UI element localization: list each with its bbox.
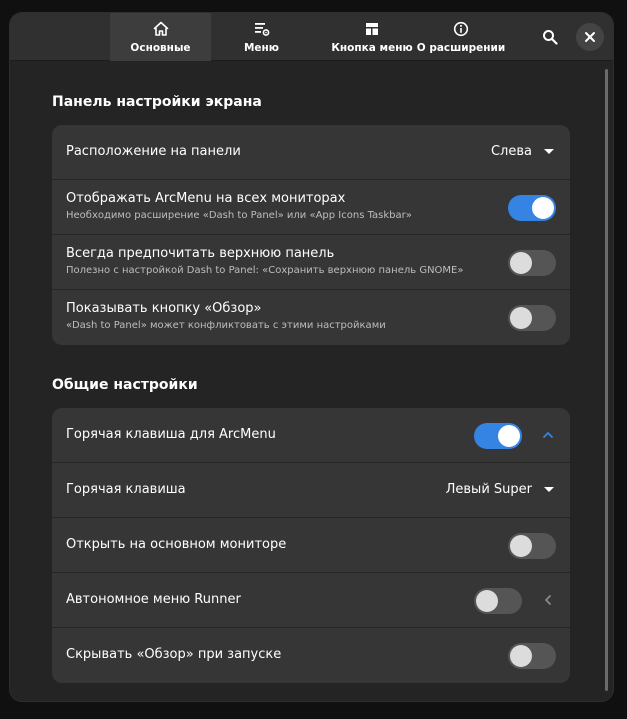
row-subtitle: Необходимо расширение «Dash to Panel» ил… [66, 210, 412, 221]
settings-window: Основные Меню Кнопка меню О расширении П… [10, 13, 613, 701]
scrollbar[interactable] [605, 69, 608, 691]
row-standalone-runner[interactable]: Автономное меню Runner [52, 573, 570, 628]
row-title: Автономное меню Runner [66, 592, 241, 607]
show-overview-button-toggle[interactable] [508, 305, 556, 331]
home-icon [153, 21, 168, 36]
search-button[interactable] [536, 23, 564, 51]
row-subtitle: «Dash to Panel» может конфликтовать с эт… [66, 320, 386, 331]
toggle-knob [532, 197, 554, 219]
toggle-knob [476, 590, 498, 612]
general-settings-card: Горячая клавиша для ArcMenu Горячая клав… [52, 408, 570, 683]
tab-menu-button-label: Кнопка меню [331, 41, 413, 54]
search-icon [543, 30, 558, 45]
expander-button[interactable] [540, 592, 556, 608]
row-panel-position[interactable]: Расположение на панели Слева [52, 125, 570, 180]
tab-about-label: О расширении [416, 41, 506, 54]
hotkey-dropdown[interactable]: Левый Super [446, 482, 554, 497]
row-all-monitors[interactable]: Отображать ArcMenu на всех мониторах Нео… [52, 180, 570, 235]
menu-settings-icon [254, 22, 269, 36]
row-title: Отображать ArcMenu на всех мониторах [66, 191, 346, 206]
dropdown-arrow-icon [544, 149, 554, 154]
standalone-runner-toggle[interactable] [474, 588, 522, 614]
hide-overview-startup-toggle[interactable] [508, 643, 556, 669]
arcmenu-hotkey-toggle[interactable] [474, 423, 522, 449]
expander-button[interactable] [540, 427, 556, 443]
dropdown-arrow-icon [544, 487, 554, 492]
close-button[interactable] [576, 23, 604, 51]
settings-content: Панель настройки экрана Расположение на … [10, 61, 613, 701]
header-bar: Основные Меню Кнопка меню О расширении [10, 13, 613, 61]
row-open-primary-monitor[interactable]: Открыть на основном мониторе [52, 518, 570, 573]
prefer-top-panel-toggle[interactable] [508, 250, 556, 276]
row-title: Открыть на основном мониторе [66, 537, 287, 552]
section-title-panel: Панель настройки экрана [52, 94, 262, 110]
panel-position-dropdown[interactable]: Слева [491, 144, 554, 159]
tab-general-label: Основные [130, 41, 191, 54]
dropdown-value: Левый Super [445, 482, 532, 497]
open-primary-monitor-toggle[interactable] [508, 533, 556, 559]
section-title-general: Общие настройки [52, 377, 198, 393]
row-title: Скрывать «Обзор» при запуске [66, 647, 282, 662]
layout-icon [366, 22, 378, 35]
tab-menu-label: Меню [243, 41, 280, 54]
toggle-knob [510, 252, 532, 274]
tab-menu[interactable]: Меню [211, 13, 312, 61]
row-title: Расположение на панели [66, 144, 241, 159]
toggle-knob [498, 425, 520, 447]
tab-about[interactable]: О расширении [416, 13, 506, 61]
close-icon [585, 32, 595, 42]
panel-settings-card: Расположение на панели Слева Отображать … [52, 125, 570, 345]
chevron-up-icon [543, 432, 553, 438]
dropdown-value: Слева [490, 144, 532, 159]
row-arcmenu-hotkey[interactable]: Горячая клавиша для ArcMenu [52, 408, 570, 463]
row-title: Горячая клавиша для ArcMenu [66, 427, 276, 442]
toggle-knob [510, 535, 532, 557]
info-icon [453, 21, 469, 36]
row-prefer-top-panel[interactable]: Всегда предпочитать верхнюю панель Полез… [52, 235, 570, 290]
row-hide-overview-startup[interactable]: Скрывать «Обзор» при запуске [52, 628, 570, 683]
toggle-knob [510, 645, 532, 667]
row-title: Показывать кнопку «Обзор» [66, 301, 262, 316]
all-monitors-toggle[interactable] [508, 195, 556, 221]
tab-general[interactable]: Основные [110, 13, 211, 61]
row-subtitle: Полезно с настройкой Dash to Panel: «Сох… [66, 265, 464, 276]
toggle-knob [510, 307, 532, 329]
row-title: Всегда предпочитать верхнюю панель [66, 246, 335, 261]
row-title: Горячая клавиша [66, 482, 186, 497]
row-hotkey[interactable]: Горячая клавиша Левый Super [52, 463, 570, 518]
row-show-overview-button[interactable]: Показывать кнопку «Обзор» «Dash to Panel… [52, 290, 570, 345]
chevron-left-icon [545, 595, 551, 605]
tab-menu-button[interactable]: Кнопка меню [312, 13, 432, 61]
